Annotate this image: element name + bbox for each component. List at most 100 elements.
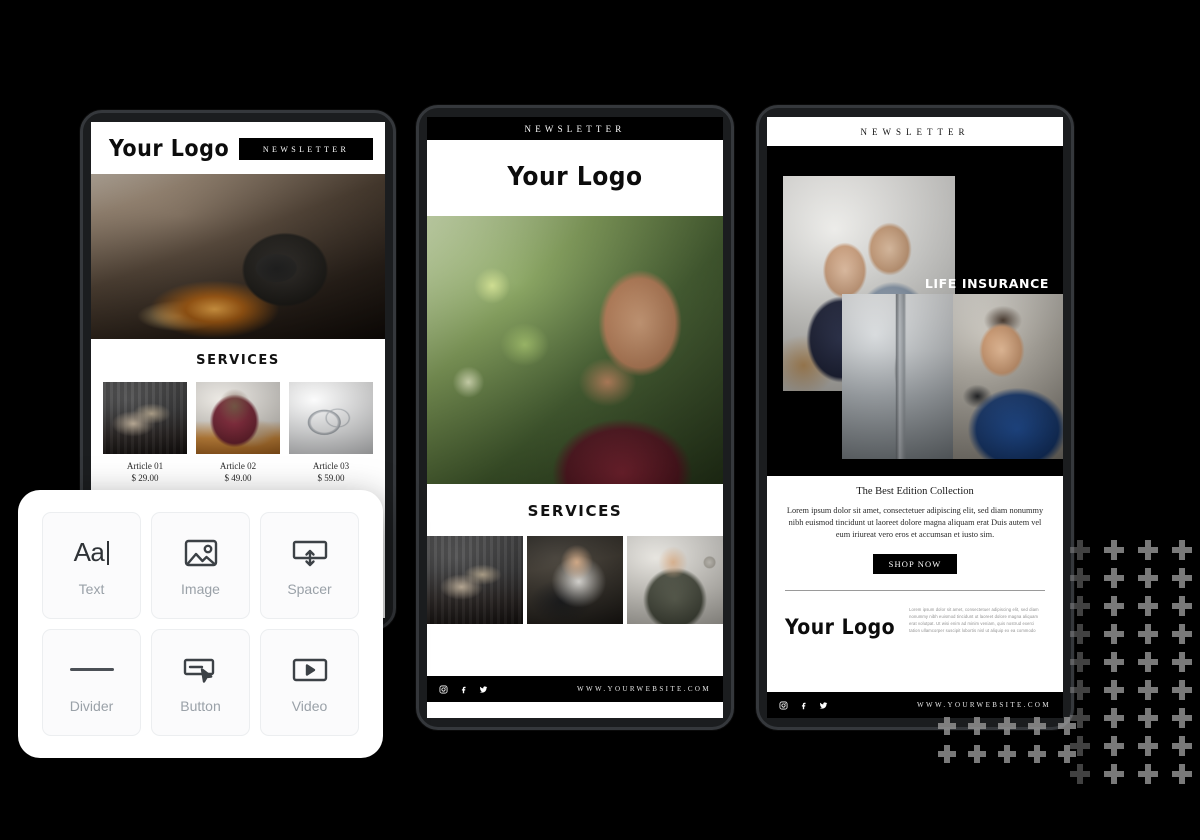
plus-glyph bbox=[938, 745, 956, 763]
plus-glyph bbox=[1028, 745, 1046, 763]
block-tile-text[interactable]: Aa Text bbox=[42, 512, 141, 619]
plus-glyph bbox=[1104, 568, 1124, 588]
phone2-social-links bbox=[439, 685, 488, 694]
phone1-card-price: $ 49.00 bbox=[224, 473, 252, 483]
plus-glyph bbox=[1138, 596, 1158, 616]
phone3-headline: LIFE INSURANCE bbox=[924, 276, 1049, 291]
plus-glyph bbox=[1138, 568, 1158, 588]
plus-glyph bbox=[1070, 540, 1090, 560]
phone1-card-price: $ 29.00 bbox=[131, 473, 159, 483]
image-icon bbox=[184, 535, 218, 571]
phone2-newsletter-bar: NEWSLETTER bbox=[427, 117, 723, 140]
facebook-icon[interactable] bbox=[459, 685, 468, 694]
plus-glyph bbox=[1104, 764, 1124, 784]
plus-glyph bbox=[1172, 624, 1192, 644]
phone1-header: Your Logo NEWSLETTER bbox=[91, 122, 385, 174]
phone3-logo: Your Logo bbox=[785, 615, 896, 640]
plus-glyph bbox=[1138, 708, 1158, 728]
plus-glyph bbox=[1138, 680, 1158, 700]
plus-glyph bbox=[1138, 624, 1158, 644]
plus-glyph bbox=[1138, 652, 1158, 672]
plus-glyph bbox=[1070, 680, 1090, 700]
plus-glyph bbox=[1172, 596, 1192, 616]
button-cursor-icon bbox=[183, 652, 219, 688]
screenshot-stage: Your Logo NEWSLETTER SERVICES Article 01… bbox=[0, 0, 1200, 840]
plus-glyph bbox=[968, 717, 986, 735]
phone-mockup-2: NEWSLETTER Your Logo SERVICES WWW.YOURWE… bbox=[416, 105, 734, 730]
block-tile-label: Divider bbox=[69, 697, 114, 714]
plus-glyph bbox=[1172, 736, 1192, 756]
block-tile-grid: Aa Text Image Spacer Divider Button Vide… bbox=[42, 512, 359, 736]
text-aa-icon: Aa bbox=[74, 535, 110, 571]
facebook-icon[interactable] bbox=[799, 701, 808, 710]
block-tile-label: Button bbox=[180, 697, 221, 714]
phone2-website-url[interactable]: WWW.YOURWEBSITE.COM bbox=[577, 685, 711, 693]
twitter-icon[interactable] bbox=[819, 701, 828, 710]
plus-glyph bbox=[1104, 708, 1124, 728]
phone1-logo: Your Logo bbox=[109, 136, 230, 162]
phone3-hero-block: LIFE INSURANCE bbox=[767, 146, 1063, 476]
block-tile-label: Image bbox=[181, 580, 220, 597]
phone3-collage bbox=[842, 294, 1063, 459]
phone1-card-name: Article 01 bbox=[126, 461, 164, 471]
plus-glyph bbox=[1104, 540, 1124, 560]
block-tile-button[interactable]: Button bbox=[151, 629, 250, 736]
phone2-logo: Your Logo bbox=[507, 162, 643, 192]
list-item[interactable]: Article 01 $ 29.00 bbox=[103, 382, 187, 483]
plus-glyph bbox=[998, 745, 1016, 763]
plus-glyph bbox=[1104, 624, 1124, 644]
list-item[interactable]: Article 03 $ 59.00 bbox=[289, 382, 373, 483]
phone2-section-title: SERVICES bbox=[527, 502, 623, 520]
phone1-card-image bbox=[196, 382, 280, 454]
plus-glyph bbox=[1058, 717, 1076, 735]
instagram-icon[interactable] bbox=[779, 701, 788, 710]
phone3-door-image bbox=[842, 294, 953, 459]
block-tile-label: Spacer bbox=[287, 580, 332, 597]
phone1-card-name: Article 02 bbox=[219, 461, 257, 471]
plus-glyph bbox=[1172, 540, 1192, 560]
phone2-footer: WWW.YOURWEBSITE.COM bbox=[427, 676, 723, 702]
phone1-hero-image bbox=[91, 174, 385, 339]
phone1-services-section: SERVICES Article 01 $ 29.00 Article 02 $… bbox=[91, 339, 385, 483]
plus-glyph bbox=[1104, 736, 1124, 756]
plus-glyph bbox=[998, 717, 1016, 735]
phone2-spacer bbox=[427, 624, 723, 676]
plus-glyph bbox=[1172, 708, 1192, 728]
plus-glyph bbox=[1028, 717, 1046, 735]
spacer-icon bbox=[292, 535, 328, 571]
plus-glyph bbox=[1058, 745, 1076, 763]
phone1-card-image bbox=[289, 382, 373, 454]
block-tile-image[interactable]: Image bbox=[151, 512, 250, 619]
block-tile-label: Text bbox=[78, 580, 105, 597]
phone2-strip-image bbox=[627, 536, 723, 624]
phone1-card-list: Article 01 $ 29.00 Article 02 $ 49.00 Ar… bbox=[103, 382, 373, 483]
plus-glyph bbox=[938, 717, 956, 735]
plus-glyph bbox=[1104, 596, 1124, 616]
block-tile-spacer[interactable]: Spacer bbox=[260, 512, 359, 619]
plus-glyph bbox=[1070, 596, 1090, 616]
twitter-icon[interactable] bbox=[479, 685, 488, 694]
phone2-screen: NEWSLETTER Your Logo SERVICES WWW.YOURWE… bbox=[427, 117, 723, 718]
plus-glyph bbox=[1138, 764, 1158, 784]
list-item[interactable]: Article 02 $ 49.00 bbox=[196, 382, 280, 483]
plus-glyph bbox=[1104, 652, 1124, 672]
video-play-icon bbox=[292, 652, 328, 688]
instagram-icon[interactable] bbox=[439, 685, 448, 694]
phone3-edition-title: The Best Edition Collection bbox=[856, 486, 974, 497]
plus-glyph bbox=[1172, 652, 1192, 672]
phone2-image-strip bbox=[427, 536, 723, 624]
phone3-social-links bbox=[779, 701, 828, 710]
block-tile-divider[interactable]: Divider bbox=[42, 629, 141, 736]
decorative-plus-pattern bbox=[930, 535, 1200, 785]
plus-glyph bbox=[1172, 568, 1192, 588]
phone1-section-title: SERVICES bbox=[196, 353, 280, 368]
plus-glyph bbox=[1104, 680, 1124, 700]
phone1-card-price: $ 59.00 bbox=[317, 473, 345, 483]
plus-glyph bbox=[1172, 680, 1192, 700]
phone1-newsletter-badge: NEWSLETTER bbox=[239, 138, 373, 160]
phone2-services-header: SERVICES bbox=[427, 484, 723, 536]
block-tile-video[interactable]: Video bbox=[260, 629, 359, 736]
plus-glyph bbox=[968, 745, 986, 763]
block-picker-panel: Aa Text Image Spacer Divider Button Vide… bbox=[18, 490, 383, 758]
plus-glyph bbox=[1070, 568, 1090, 588]
